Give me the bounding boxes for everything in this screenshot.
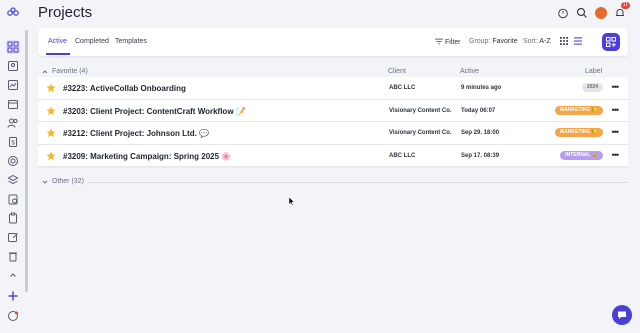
header-actions: 11 [556, 2, 630, 19]
mouse-cursor-icon [289, 197, 295, 206]
stopwatch-icon[interactable] [556, 6, 569, 19]
project-name[interactable]: #3212: Client Project: Johnson Ltd. 💬 [63, 129, 209, 138]
sidebar-collapse-chevron-icon[interactable] [6, 268, 20, 282]
other-group-label: Other (32) [52, 178, 84, 185]
sidebar-item-edit-icon[interactable] [6, 230, 20, 244]
project-list: #3223: ActiveCollab Onboarding ABC LLC 9… [38, 77, 628, 167]
project-last-active: 9 minutes ago [461, 85, 502, 91]
logo-icon[interactable] [6, 6, 20, 20]
project-row[interactable]: #3223: ActiveCollab Onboarding ABC LLC 9… [38, 77, 628, 100]
project-label-badge: 2024 [581, 83, 603, 92]
column-header-label: Label [585, 68, 603, 75]
notification-badge: 11 [620, 2, 630, 9]
filter-label: Filter [444, 39, 461, 46]
tab-templates[interactable]: Templates [115, 38, 147, 45]
sidebar-scrollbar[interactable] [25, 30, 28, 292]
star-icon[interactable] [46, 128, 56, 138]
project-client: Visionary Content Co. [389, 107, 452, 114]
add-icon[interactable] [6, 289, 20, 303]
filter-icon [435, 38, 443, 45]
project-client: ABC LLC [389, 152, 416, 159]
more-options-icon[interactable]: ••• [612, 105, 620, 115]
bell-icon[interactable]: 11 [613, 2, 630, 19]
search-icon[interactable] [575, 6, 588, 19]
sidebar-item-clipboard-icon[interactable] [6, 211, 20, 225]
sidebar-item-calendar-icon[interactable] [6, 97, 20, 111]
project-label-badge: MARKETING 🍋 [555, 105, 603, 115]
sidebar-item-people-icon[interactable] [6, 116, 20, 130]
svg-text:$: $ [11, 141, 15, 147]
favorite-group-label: Favorite (4) [52, 68, 88, 75]
more-options-icon[interactable]: ••• [612, 150, 620, 160]
help-clock-icon[interactable] [6, 309, 20, 323]
project-name[interactable]: #3223: ActiveCollab Onboarding [63, 84, 186, 93]
sidebar-item-chart-icon[interactable] [6, 78, 20, 92]
project-row[interactable]: #3212: Client Project: Johnson Ltd. 💬 Vi… [38, 122, 628, 145]
sidebar-item-clipboard-time-icon[interactable] [6, 192, 20, 206]
chat-button[interactable] [612, 305, 632, 325]
sort-value: A-Z [539, 38, 551, 45]
sidebar-item-target-icon[interactable] [6, 154, 20, 168]
chevron-up-icon [42, 70, 48, 74]
sidebar-item-people-card-icon[interactable] [6, 59, 20, 73]
column-header-active: Active [460, 68, 480, 75]
project-client: ABC LLC [389, 85, 416, 91]
star-icon[interactable] [46, 83, 56, 93]
column-header-client: Client [388, 68, 406, 75]
divider [88, 182, 628, 183]
sidebar: $ [0, 0, 28, 333]
sidebar-item-trash-icon[interactable] [6, 249, 20, 263]
group-value: Favorite [492, 38, 518, 45]
project-row[interactable]: #3203: Client Project: ContentCraft Work… [38, 99, 628, 122]
add-project-button[interactable] [602, 33, 620, 51]
grid-plus-icon [606, 37, 616, 47]
more-options-icon[interactable]: ••• [612, 127, 620, 137]
chat-icon [618, 311, 626, 319]
project-last-active: Sep 29. 18:00 [461, 130, 500, 136]
filter-button[interactable]: Filter [435, 38, 461, 46]
project-row[interactable]: #3209: Marketing Campaign: Spring 2025 🌸… [38, 144, 628, 167]
project-name[interactable]: #3203: Client Project: ContentCraft Work… [63, 107, 246, 116]
grid-view-icon[interactable] [560, 37, 568, 47]
avatar[interactable] [594, 6, 607, 19]
project-client: Visionary Content Co. [389, 130, 452, 136]
tabs-toolbar: Active Completed Templates Filter Group:… [38, 28, 628, 56]
tab-active[interactable]: Active [48, 38, 67, 45]
list-view-icon[interactable] [574, 37, 582, 47]
project-label-badge: MARKETING 🍋 [555, 128, 603, 137]
chevron-down-icon [42, 180, 48, 184]
tab-completed[interactable]: Completed [75, 38, 109, 45]
page-title: Projects [38, 4, 93, 21]
sidebar-item-layers-icon[interactable] [6, 173, 20, 187]
project-name[interactable]: #3209: Marketing Campaign: Spring 2025 🌸 [63, 152, 231, 161]
sort-label: Sort: [523, 38, 538, 45]
project-label-badge: INTERNAL 🔒 [560, 150, 603, 160]
star-icon[interactable] [46, 151, 56, 161]
other-group-header[interactable]: Other (32) [38, 177, 628, 187]
sort-select[interactable]: Sort: A-Z [523, 38, 551, 45]
sidebar-item-projects-icon[interactable] [6, 40, 20, 54]
more-options-icon[interactable]: ••• [612, 82, 620, 92]
sidebar-item-invoice-icon[interactable]: $ [6, 135, 20, 149]
group-label: Group: [469, 38, 491, 45]
project-last-active: Sep 17. 08:39 [461, 152, 500, 159]
project-last-active: Today 06:07 [461, 107, 496, 114]
group-select[interactable]: Group: Favorite [469, 38, 518, 45]
active-tab-indicator [46, 53, 70, 55]
star-icon[interactable] [46, 106, 56, 116]
